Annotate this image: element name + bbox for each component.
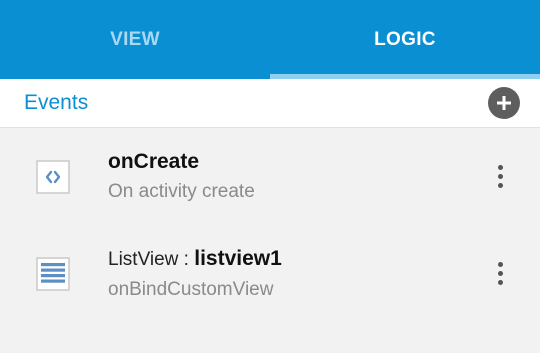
events-title: Events <box>24 91 89 114</box>
event-subtitle: onBindCustomView <box>108 278 274 300</box>
events-header: Events <box>0 79 540 128</box>
plus-circle-icon <box>497 96 511 110</box>
tab-logic[interactable]: LOGIC <box>270 0 540 79</box>
tab-view[interactable]: VIEW <box>0 0 270 79</box>
tab-bar: VIEW LOGIC <box>0 0 540 79</box>
event-list: onCreate On activity create ListView : l… <box>0 128 540 322</box>
listview-icon <box>36 256 70 291</box>
event-text: ListView : listview1 onBindCustomView <box>108 246 282 302</box>
tab-view-label: VIEW <box>110 28 160 50</box>
event-title-prefix: ListView : <box>108 248 195 270</box>
code-brackets-icon <box>36 159 70 194</box>
tab-logic-label: LOGIC <box>374 28 436 50</box>
more-options-icon[interactable] <box>490 259 510 289</box>
event-title: ListView : listview1 <box>108 246 282 273</box>
more-options-icon[interactable] <box>490 162 510 192</box>
event-title-name: listview1 <box>194 246 282 270</box>
event-row-listview[interactable]: ListView : listview1 onBindCustomView <box>0 225 540 322</box>
add-event-button[interactable] <box>488 87 520 119</box>
event-row-oncreate[interactable]: onCreate On activity create <box>0 128 540 225</box>
event-text: onCreate On activity create <box>108 149 255 204</box>
event-title-name: onCreate <box>108 150 200 173</box>
event-subtitle: On activity create <box>108 181 255 202</box>
event-title: onCreate <box>108 149 255 175</box>
